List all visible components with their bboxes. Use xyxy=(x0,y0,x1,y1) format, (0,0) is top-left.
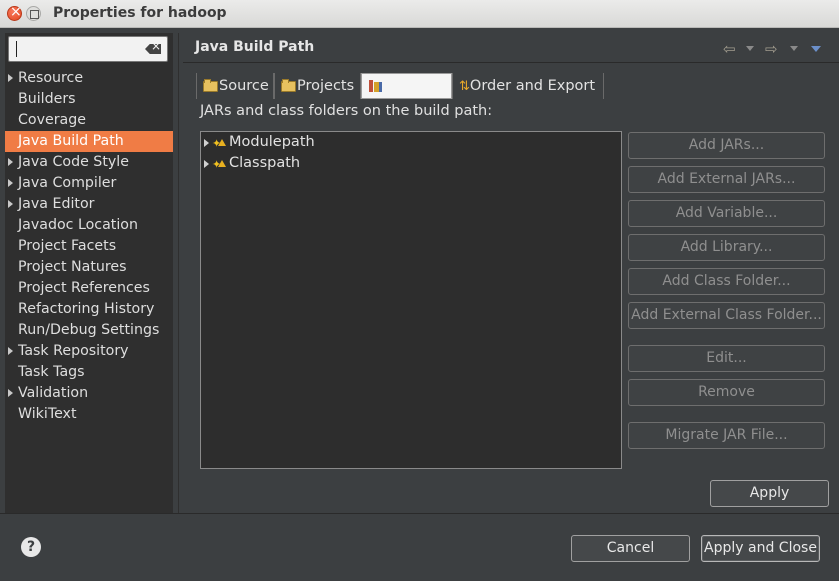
sidebar-item-label: Java Compiler xyxy=(18,175,117,191)
tab-libraries[interactable]: Libraries xyxy=(361,73,452,99)
sidebar-item-wikitext[interactable]: WikiText xyxy=(5,404,173,425)
filter-input[interactable] xyxy=(8,36,168,62)
title-bar: Properties for hadoop xyxy=(0,0,839,28)
view-menu-icon[interactable] xyxy=(811,46,821,52)
sidebar-item-java-editor[interactable]: Java Editor xyxy=(5,194,173,215)
expand-arrow-icon[interactable] xyxy=(8,74,13,82)
sidebar-item-label: Builders xyxy=(18,91,76,107)
sidebar-item-java-build-path[interactable]: Java Build Path xyxy=(5,131,173,152)
sidebar-item-task-repository[interactable]: Task Repository xyxy=(5,341,173,362)
tab-label: Source xyxy=(219,78,269,94)
classpath-icon xyxy=(212,154,228,175)
expand-arrow-icon[interactable] xyxy=(204,160,209,168)
back-arrow-icon[interactable]: ⇦ xyxy=(723,40,736,58)
forward-arrow-icon[interactable]: ⇨ xyxy=(765,40,778,58)
sidebar-item-label: Java Editor xyxy=(18,196,95,212)
tab-order-and-export[interactable]: ⇅Order and Export xyxy=(452,73,604,99)
apply-and-close-button[interactable]: Apply and Close xyxy=(701,535,820,562)
tree-node-classpath[interactable]: Classpath xyxy=(201,153,621,175)
edit-button[interactable]: Edit... xyxy=(628,345,825,372)
sidebar-item-java-compiler[interactable]: Java Compiler xyxy=(5,173,173,194)
close-window-button[interactable] xyxy=(7,4,22,21)
back-history-dropdown-icon[interactable] xyxy=(746,46,754,51)
footer-separator xyxy=(0,513,839,514)
text-caret xyxy=(16,41,17,57)
sidebar-item-label: Project References xyxy=(18,280,150,296)
tree-node-label: Classpath xyxy=(229,155,301,171)
remove-button[interactable]: Remove xyxy=(628,379,825,406)
tab-projects[interactable]: Projects xyxy=(274,73,361,99)
add-class-folder-button[interactable]: Add Class Folder... xyxy=(628,268,825,295)
expand-arrow-icon[interactable] xyxy=(8,179,13,187)
sidebar-item-label: Validation xyxy=(18,385,89,401)
tree-node-label: Modulepath xyxy=(229,134,315,150)
sidebar-item-label: Java Build Path xyxy=(18,133,124,149)
apply-button[interactable]: Apply xyxy=(710,480,829,507)
cancel-button[interactable]: Cancel xyxy=(571,535,690,562)
sidebar-item-label: Task Tags xyxy=(18,364,85,380)
properties-sidebar: Resource Builders Coverage Java Build Pa… xyxy=(5,33,173,513)
order-export-icon: ⇅ xyxy=(459,79,470,94)
sidebar-item-resource[interactable]: Resource xyxy=(5,68,173,89)
help-icon[interactable]: ? xyxy=(21,537,41,557)
java-build-path-panel: Java Build Path ⇦ ⇨ Source Projects Libr… xyxy=(183,33,839,513)
sidebar-item-label: Coverage xyxy=(18,112,86,128)
page-title: Java Build Path xyxy=(195,39,315,55)
sidebar-item-project-natures[interactable]: Project Natures xyxy=(5,257,173,278)
tab-label: Libraries xyxy=(384,79,447,95)
tab-source[interactable]: Source xyxy=(196,73,274,99)
sidebar-item-javadoc-location[interactable]: Javadoc Location xyxy=(5,215,173,236)
tab-label: Order and Export xyxy=(469,78,596,94)
modulepath-icon xyxy=(212,133,228,154)
add-jars-button[interactable]: Add JARs... xyxy=(628,132,825,159)
expand-arrow-icon[interactable] xyxy=(8,158,13,166)
sidebar-item-label: WikiText xyxy=(18,406,77,422)
sidebar-item-label: Run/Debug Settings xyxy=(18,322,160,338)
property-page-tree: Resource Builders Coverage Java Build Pa… xyxy=(5,68,173,425)
forward-history-dropdown-icon[interactable] xyxy=(790,46,798,51)
add-external-class-folder-button[interactable]: Add External Class Folder... xyxy=(628,302,825,329)
source-folder-icon xyxy=(203,79,218,92)
sidebar-item-label: Resource xyxy=(18,70,84,86)
sidebar-item-builders[interactable]: Builders xyxy=(5,89,173,110)
sidebar-item-validation[interactable]: Validation xyxy=(5,383,173,404)
tab-label: Projects xyxy=(297,78,355,94)
clear-filter-icon[interactable] xyxy=(145,44,161,54)
sidebar-item-label: Java Code Style xyxy=(18,154,129,170)
build-path-tree[interactable]: Modulepath Classpath xyxy=(200,131,622,469)
expand-arrow-icon[interactable] xyxy=(8,347,13,355)
sidebar-item-label: Javadoc Location xyxy=(18,217,138,233)
add-library-button[interactable]: Add Library... xyxy=(628,234,825,261)
expand-arrow-icon[interactable] xyxy=(8,200,13,208)
add-variable-button[interactable]: Add Variable... xyxy=(628,200,825,227)
build-path-label: JARs and class folders on the build path… xyxy=(200,103,493,119)
sidebar-item-label: Project Facets xyxy=(18,238,117,254)
expand-arrow-icon[interactable] xyxy=(204,139,209,147)
sidebar-item-task-tags[interactable]: Task Tags xyxy=(5,362,173,383)
sidebar-item-java-code-style[interactable]: Java Code Style xyxy=(5,152,173,173)
window-title: Properties for hadoop xyxy=(53,5,227,21)
migrate-jar-file-button[interactable]: Migrate JAR File... xyxy=(628,422,825,449)
sidebar-item-label: Task Repository xyxy=(18,343,129,359)
sidebar-item-refactoring-history[interactable]: Refactoring History xyxy=(5,299,173,320)
sidebar-item-label: Project Natures xyxy=(18,259,127,275)
sidebar-splitter[interactable] xyxy=(178,33,179,513)
panel-header: Java Build Path ⇦ ⇨ xyxy=(183,33,839,63)
sidebar-item-run-debug-settings[interactable]: Run/Debug Settings xyxy=(5,320,173,341)
projects-folder-icon xyxy=(281,79,296,92)
sidebar-item-label: Refactoring History xyxy=(18,301,155,317)
libraries-icon xyxy=(368,80,382,92)
sidebar-item-project-facets[interactable]: Project Facets xyxy=(5,236,173,257)
add-external-jars-button[interactable]: Add External JARs... xyxy=(628,166,825,193)
sidebar-item-coverage[interactable]: Coverage xyxy=(5,110,173,131)
tree-node-modulepath[interactable]: Modulepath xyxy=(201,132,621,154)
maximize-window-button[interactable] xyxy=(26,6,41,21)
expand-arrow-icon[interactable] xyxy=(8,389,13,397)
sidebar-item-project-references[interactable]: Project References xyxy=(5,278,173,299)
